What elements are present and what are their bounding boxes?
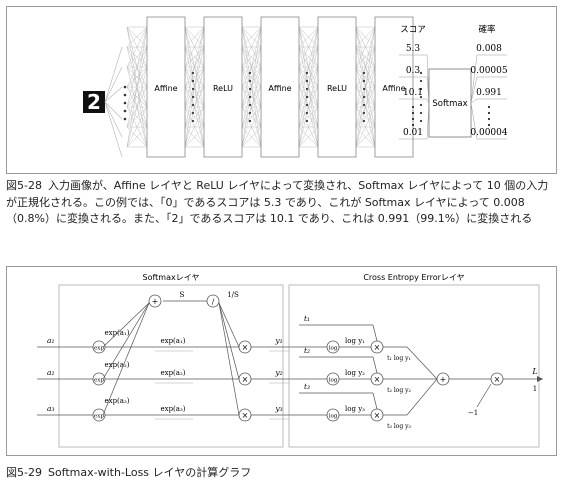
teacher-label: t₃ xyxy=(304,382,310,391)
teacher-label: t₁ xyxy=(304,314,310,323)
input-digit: 2 xyxy=(87,90,101,114)
teacher-label: t₂ xyxy=(304,346,310,355)
score-value: 10.1 xyxy=(403,88,423,98)
svg-text:exp: exp xyxy=(94,346,104,352)
product-label: t₃ log y₃ xyxy=(387,423,411,430)
score-value: 0.01 xyxy=(403,128,423,138)
caption-text: 入力画像が、Affine レイヤと ReLU レイヤによって変換され、Softm… xyxy=(6,179,549,225)
softmax-layer-title: Softmaxレイヤ xyxy=(143,273,200,282)
exp-label: exp(a₂) xyxy=(104,361,129,369)
output-y-label: y₃ xyxy=(274,404,282,413)
svg-text:×: × xyxy=(242,343,249,352)
layer-label: Affine xyxy=(268,84,291,93)
svg-text:exp: exp xyxy=(94,378,104,384)
log-label: log y₃ xyxy=(345,405,365,413)
svg-text:log: log xyxy=(329,378,338,384)
exp-label: exp(a₃) xyxy=(104,397,129,405)
sum-label: S xyxy=(179,290,184,299)
svg-text:exp: exp xyxy=(94,414,104,420)
svg-text:log: log xyxy=(329,414,338,420)
log-label: log y₁ xyxy=(345,337,365,345)
score-value: 0.3 xyxy=(406,66,421,76)
loss-connections xyxy=(406,346,543,416)
product-label: t₂ log y₂ xyxy=(387,387,411,394)
caption-number: 図5-29 xyxy=(6,466,42,479)
svg-text:×: × xyxy=(242,375,249,384)
svg-text:×: × xyxy=(374,375,381,384)
probability-value: 0.00005 xyxy=(470,66,507,76)
input-nodes xyxy=(123,85,127,121)
score-header: スコア xyxy=(400,25,426,35)
figure-5-29: Softmaxレイヤ Cross Entropy Errorレイヤ a₁ exp e… xyxy=(6,266,557,456)
exp-label: exp(a₁) xyxy=(160,337,185,345)
svg-text:×: × xyxy=(494,375,501,384)
loss-arrow xyxy=(537,376,543,382)
layer-label: ReLU xyxy=(327,84,347,93)
probability-value: 0.991 xyxy=(476,88,502,98)
exp-label: exp(a₃) xyxy=(160,405,185,413)
network-diagram: 2 Affine ReLU Affine ReLU Affine スコア 5.30.31… xyxy=(83,16,508,158)
softmax-label: Softmax xyxy=(432,99,467,109)
loss-label: L xyxy=(531,367,537,376)
input-label: a₁ xyxy=(47,336,54,345)
cee-layer-title: Cross Entropy Errorレイヤ xyxy=(363,273,464,282)
layer-label: ReLU xyxy=(213,84,233,93)
softmax-layer-frame xyxy=(58,284,284,448)
svg-text:×: × xyxy=(242,411,249,420)
svg-text:×: × xyxy=(374,411,381,420)
layer-label: Affine xyxy=(154,84,177,93)
one-label: 1 xyxy=(533,385,537,393)
score-value: 5.3 xyxy=(406,44,421,54)
product-label: t₁ log y₁ xyxy=(387,355,411,362)
exp-label: exp(a₂) xyxy=(160,369,185,377)
probability-list: 0.0080.000050.9910.00004 xyxy=(470,44,508,140)
figure-5-29-caption: 図5-29 Softmax-with-Loss レイヤの計算グラフ xyxy=(6,465,558,482)
probability-header: 確率 xyxy=(478,24,496,35)
output-y-label: y₁ xyxy=(274,336,282,345)
input-label: a₃ xyxy=(47,404,54,413)
log-label: log y₂ xyxy=(345,369,365,377)
output-y-label: y₂ xyxy=(274,368,282,377)
computation-graph: Softmaxレイヤ Cross Entropy Errorレイヤ a₁ exp e… xyxy=(37,273,543,448)
graph-row: a₃ exp exp(a₃) exp(a₃) × y₃ log log y₃ t₃ × t₃ log… xyxy=(37,382,411,430)
cee-layer-frame xyxy=(288,284,540,448)
probability-value: 0.008 xyxy=(476,44,502,54)
caption-number: 図5-28 xyxy=(6,179,42,192)
minus-one-label: −1 xyxy=(468,409,478,417)
figure-5-28: 2 Affine ReLU Affine ReLU Affine スコア 5.3 0.3 1… xyxy=(6,6,557,174)
figure-5-28-caption: 図5-28 入力画像が、Affine レイヤと ReLU レイヤによって変換され、… xyxy=(6,178,558,228)
svg-text:+: + xyxy=(440,375,447,384)
svg-text:×: × xyxy=(374,343,381,352)
svg-text:log: log xyxy=(329,346,338,352)
caption-text: Softmax-with-Loss レイヤの計算グラフ xyxy=(47,466,252,479)
inverse-label: 1/S xyxy=(227,291,239,299)
svg-text:+: + xyxy=(152,297,159,306)
input-edges xyxy=(104,46,123,158)
graph-row: a₂ exp exp(a₂) exp(a₂) × y₂ log log y₂ t₂ × t₂ log… xyxy=(37,346,411,394)
input-label: a₂ xyxy=(47,368,54,377)
